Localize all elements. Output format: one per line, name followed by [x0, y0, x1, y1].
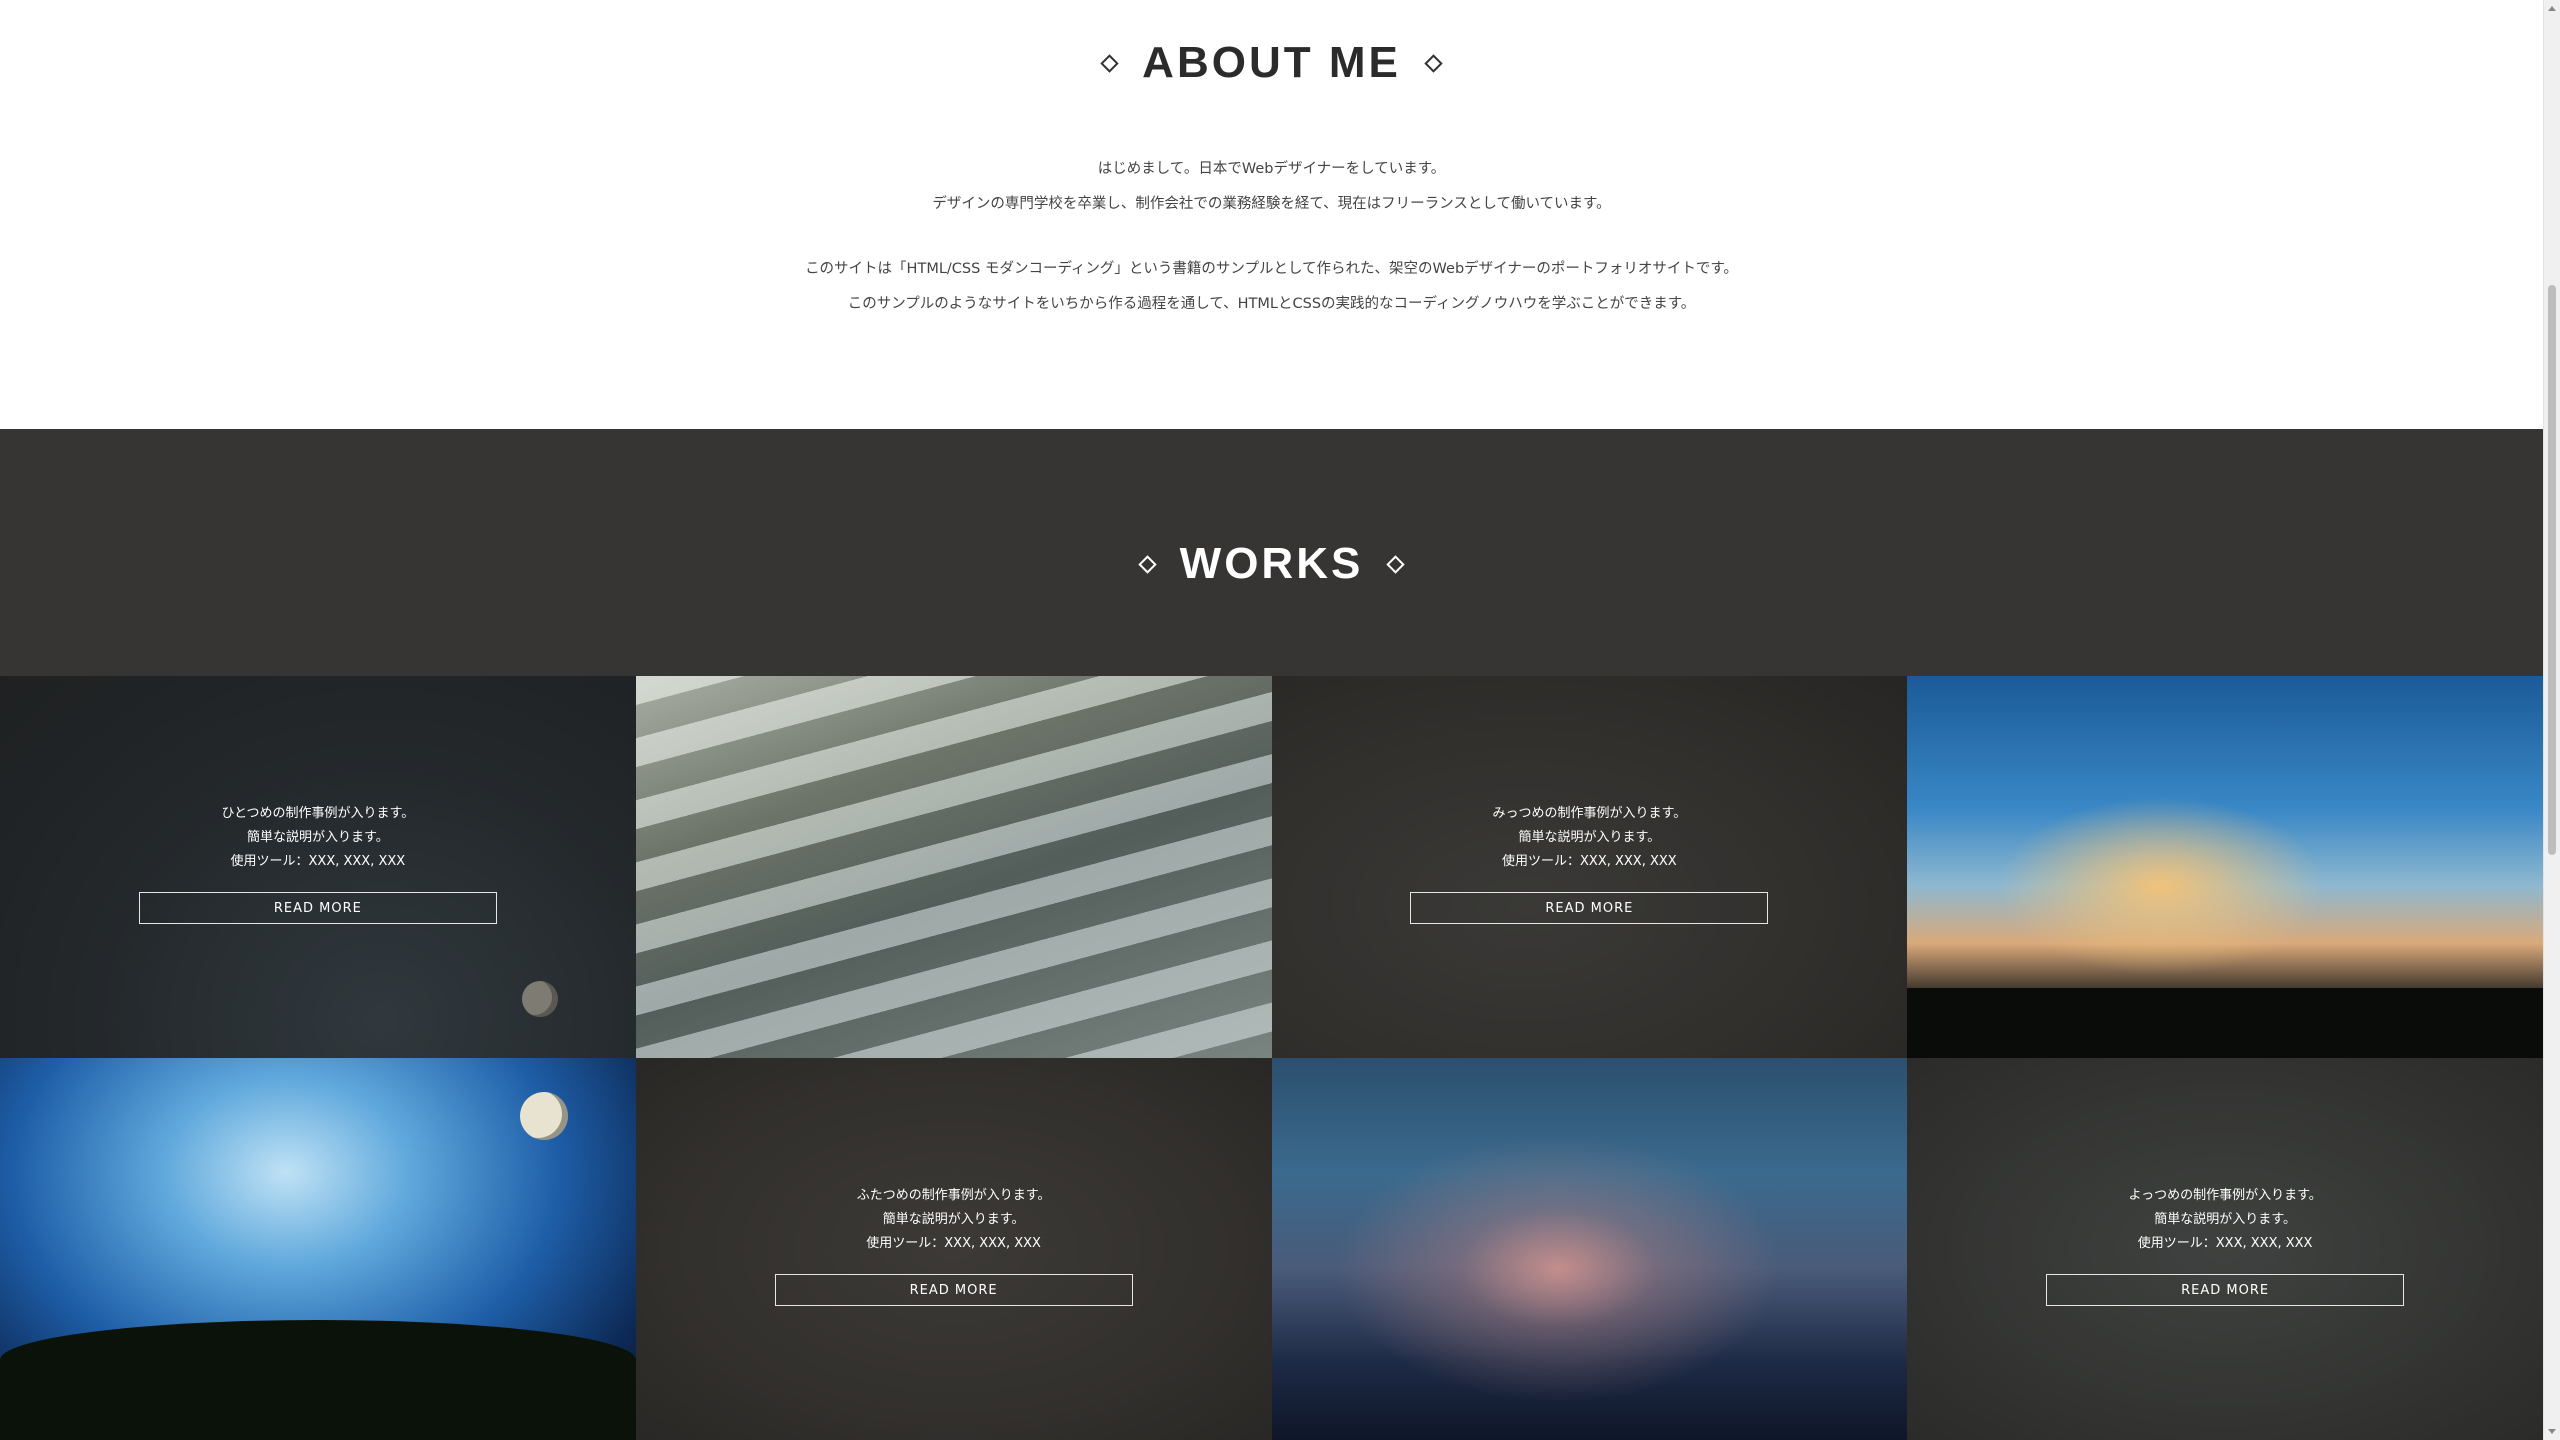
diamond-icon	[1137, 554, 1157, 574]
about-heading: ABOUT ME	[0, 38, 2543, 88]
work-title-text: みっつめの制作事例が入ります。	[1492, 806, 1687, 821]
work-summary-text: 簡単な説明が入ります。	[882, 1212, 1025, 1227]
works-title: WORKS	[1179, 539, 1364, 588]
work-card-1[interactable]: ひとつめの制作事例が入ります。 簡単な説明が入ります。 使用ツール：XXX, X…	[0, 676, 636, 1058]
about-text: はじめまして。日本でWebデザイナーをしています。 デザインの専門学校を卒業し、…	[0, 152, 2543, 322]
vertical-scrollbar[interactable]	[2543, 0, 2560, 1440]
work-overlay: ひとつめの制作事例が入ります。 簡単な説明が入ります。 使用ツール：XXX, X…	[0, 676, 636, 1058]
hill-silhouette	[0, 1320, 636, 1440]
about-section: ABOUT ME はじめまして。日本でWebデザイナーをしています。 デザインの…	[0, 0, 2543, 429]
scroll-up-icon[interactable]	[2548, 6, 2556, 11]
work-overlay: ふたつめの制作事例が入ります。 簡単な説明が入ります。 使用ツール：XXX, X…	[635, 1058, 1272, 1440]
work-tools-text: 使用ツール：XXX, XXX, XXX	[230, 854, 406, 869]
work-title-text: よっつめの制作事例が入ります。	[2128, 1188, 2322, 1203]
scroll-down-icon[interactable]	[2548, 1429, 2556, 1434]
work-overlay: よっつめの制作事例が入ります。 簡単な説明が入ります。 使用ツール：XXX, X…	[1907, 1058, 2543, 1440]
work-description: よっつめの制作事例が入ります。 簡単な説明が入ります。 使用ツール：XXX, X…	[2128, 1184, 2321, 1256]
work-summary-text: 簡単な説明が入ります。	[1518, 830, 1661, 845]
moon-icon	[520, 1092, 568, 1140]
read-more-button[interactable]: READ MORE	[138, 892, 497, 924]
work-card-2[interactable]: ふたつめの制作事例が入ります。 簡単な説明が入ります。 使用ツール：XXX, X…	[635, 1058, 1272, 1440]
work-tools-text: 使用ツール：XXX, XXX, XXX	[2137, 1236, 2313, 1251]
works-grid: ひとつめの制作事例が入ります。 簡単な説明が入ります。 使用ツール：XXX, X…	[0, 676, 2543, 1440]
work-tools-text: 使用ツール：XXX, XXX, XXX	[866, 1236, 1041, 1251]
flower-silhouette	[1907, 988, 2543, 1058]
work-summary-text: 簡単な説明が入ります。	[247, 830, 389, 845]
about-line-2: デザインの専門学校を卒業し、制作会社での業務経験を経て、現在はフリーランスとして…	[932, 196, 1611, 212]
work-title-text: ふたつめの制作事例が入ります。	[856, 1188, 1051, 1203]
work-overlay: みっつめの制作事例が入ります。 簡単な説明が入ります。 使用ツール：XXX, X…	[1271, 676, 1908, 1058]
diamond-icon	[1424, 53, 1443, 73]
work-card-3[interactable]: みっつめの制作事例が入ります。 簡単な説明が入ります。 使用ツール：XXX, X…	[1271, 676, 1908, 1058]
read-more-button[interactable]: READ MORE	[2046, 1274, 2405, 1306]
works-section: WORKS ひとつめの制作事例が入ります。 簡単な説明が入ります。 使用ツール：…	[0, 429, 2543, 1440]
about-line-4: このサンプルのようなサイトをいちから作る過程を通して、HTMLとCSSの実践的な…	[847, 296, 1696, 312]
work-description: みっつめの制作事例が入ります。 簡単な説明が入ります。 使用ツール：XXX, X…	[1493, 802, 1687, 874]
work-description: ひとつめの制作事例が入ります。 簡単な説明が入ります。 使用ツール：XXX, X…	[221, 802, 414, 874]
work-image-starry-water[interactable]	[1271, 1058, 1908, 1440]
scrollbar-thumb[interactable]	[2548, 285, 2556, 855]
work-title-text: ひとつめの制作事例が入ります。	[221, 806, 415, 821]
work-description: ふたつめの制作事例が入ります。 簡単な説明が入ります。 使用ツール：XXX, X…	[857, 1184, 1051, 1256]
about-line-1: はじめまして。日本でWebデザイナーをしています。	[1097, 161, 1446, 177]
diamond-icon	[1100, 53, 1119, 73]
work-tools-text: 使用ツール：XXX, XXX, XXX	[1502, 854, 1677, 869]
work-summary-text: 簡単な説明が入ります。	[2154, 1212, 2296, 1227]
read-more-button[interactable]: READ MORE	[1410, 892, 1769, 924]
works-heading: WORKS	[0, 539, 2543, 589]
work-image-city[interactable]	[635, 676, 1272, 1058]
diamond-icon	[1386, 554, 1406, 574]
read-more-button[interactable]: READ MORE	[774, 1274, 1133, 1306]
work-image-sunset-flowers[interactable]	[1907, 676, 2543, 1058]
work-card-4[interactable]: よっつめの制作事例が入ります。 簡単な説明が入ります。 使用ツール：XXX, X…	[1907, 1058, 2543, 1440]
about-line-3: このサイトは「HTML/CSS モダンコーディング」という書籍のサンプルとして作…	[805, 261, 1738, 277]
work-image-moon-tree[interactable]	[0, 1058, 636, 1440]
about-title: ABOUT ME	[1142, 38, 1401, 87]
